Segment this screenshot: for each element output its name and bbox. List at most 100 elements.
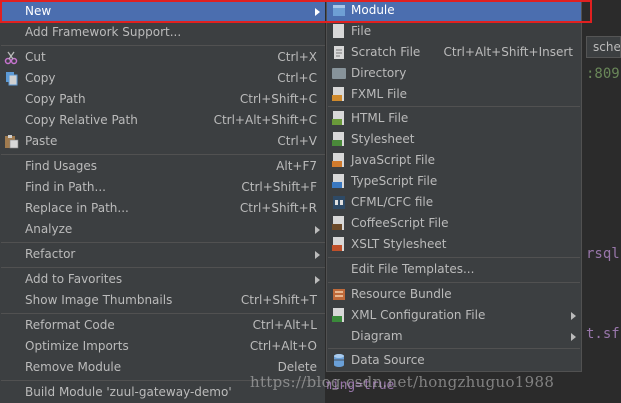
menu-item-shortcut: Ctrl+Shift+F bbox=[241, 180, 317, 194]
file-icon bbox=[332, 24, 346, 39]
scissors-icon bbox=[4, 50, 19, 65]
menu-item-label: Copy Path bbox=[25, 92, 86, 106]
paste-icon bbox=[4, 134, 19, 149]
menu-item-analyze[interactable]: Analyze bbox=[0, 219, 325, 240]
typescript-file-icon bbox=[332, 174, 346, 189]
cfml-file-icon bbox=[332, 195, 346, 210]
menu-item-label: Copy Relative Path bbox=[25, 113, 138, 127]
submenu-arrow-icon bbox=[571, 333, 576, 341]
submenu-arrow-icon bbox=[571, 312, 576, 320]
submenu-item-xml-configuration-file[interactable]: XML Configuration File bbox=[327, 305, 581, 326]
menu-item-shortcut: Ctrl+Shift+R bbox=[239, 201, 317, 215]
watermark: https://blog.csdn.net/hongzhuguo1988 bbox=[250, 373, 555, 391]
menu-item-label: Find Usages bbox=[25, 159, 98, 173]
submenu-item-fxml-file[interactable]: FXML File bbox=[327, 84, 581, 105]
submenu-item-label: CoffeeScript File bbox=[351, 216, 449, 230]
code-fragment: rsql: bbox=[586, 246, 621, 262]
menu-item-cut[interactable]: Cut Ctrl+X bbox=[0, 47, 325, 68]
submenu-item-label: Diagram bbox=[351, 329, 403, 343]
editor-tab-label: sche bbox=[593, 40, 621, 54]
submenu-item-label: Data Source bbox=[351, 353, 425, 367]
menu-item-label: Reformat Code bbox=[25, 318, 115, 332]
database-icon bbox=[332, 353, 346, 368]
menu-item-show-image-thumbnails[interactable]: Show Image Thumbnails Ctrl+Shift+T bbox=[0, 290, 325, 311]
coffeescript-file-icon bbox=[332, 216, 346, 231]
html-file-icon bbox=[332, 111, 346, 126]
menu-separator bbox=[1, 313, 325, 314]
submenu-item-label: File bbox=[351, 24, 372, 38]
submenu-item-module[interactable]: Module bbox=[327, 0, 581, 21]
submenu-item-stylesheet[interactable]: Stylesheet bbox=[327, 129, 581, 150]
menu-item-copy[interactable]: Copy Ctrl+C bbox=[0, 68, 325, 89]
menu-item-label: Refactor bbox=[25, 247, 76, 261]
menu-item-shortcut: Ctrl+V bbox=[277, 134, 317, 148]
submenu-item-label: Stylesheet bbox=[351, 132, 415, 146]
new-submenu: Module File Scratch File Ctrl+Alt+Shift+… bbox=[326, 0, 582, 372]
submenu-item-directory[interactable]: Directory bbox=[327, 63, 581, 84]
xslt-file-icon bbox=[332, 237, 346, 252]
submenu-item-javascript-file[interactable]: JavaScript File bbox=[327, 150, 581, 171]
submenu-item-label: CFML/CFC file bbox=[351, 195, 434, 209]
menu-item-label: Cut bbox=[25, 50, 46, 64]
menu-item-label: New bbox=[25, 4, 52, 18]
submenu-item-resource-bundle[interactable]: Resource Bundle bbox=[327, 284, 581, 305]
menu-item-shortcut: Ctrl+Alt+Shift+C bbox=[213, 113, 317, 127]
menu-item-replace-in-path[interactable]: Replace in Path... Ctrl+Shift+R bbox=[0, 198, 325, 219]
submenu-item-label: HTML File bbox=[351, 111, 409, 125]
submenu-item-typescript-file[interactable]: TypeScript File bbox=[327, 171, 581, 192]
submenu-item-label: TypeScript File bbox=[351, 174, 438, 188]
menu-item-refactor[interactable]: Refactor bbox=[0, 244, 325, 265]
menu-item-label: Paste bbox=[25, 134, 58, 148]
submenu-item-edit-file-templates[interactable]: Edit File Templates... bbox=[327, 259, 581, 280]
submenu-item-label: FXML File bbox=[351, 87, 408, 101]
menu-separator bbox=[1, 267, 325, 268]
menu-item-copy-path[interactable]: Copy Path Ctrl+Shift+C bbox=[0, 89, 325, 110]
submenu-item-coffeescript-file[interactable]: CoffeeScript File bbox=[327, 213, 581, 234]
menu-separator bbox=[328, 348, 580, 349]
module-icon bbox=[332, 3, 346, 18]
folder-icon bbox=[332, 66, 346, 81]
submenu-item-label: JavaScript File bbox=[351, 153, 436, 167]
menu-item-label: Build Module 'zuul-gateway-demo' bbox=[25, 385, 232, 399]
editor-tab[interactable]: sche bbox=[586, 36, 621, 58]
menu-item-find-in-path[interactable]: Find in Path... Ctrl+Shift+F bbox=[0, 177, 325, 198]
submenu-item-label: XML Configuration File bbox=[351, 308, 486, 322]
menu-item-reformat-code[interactable]: Reformat Code Ctrl+Alt+L bbox=[0, 315, 325, 336]
submenu-item-label: XSLT Stylesheet bbox=[351, 237, 447, 251]
submenu-item-label: Edit File Templates... bbox=[351, 262, 475, 276]
menu-item-copy-relative-path[interactable]: Copy Relative Path Ctrl+Alt+Shift+C bbox=[0, 110, 325, 131]
menu-item-label: Show Image Thumbnails bbox=[25, 293, 173, 307]
menu-separator bbox=[1, 45, 325, 46]
xml-file-icon bbox=[332, 308, 346, 323]
menu-separator bbox=[1, 242, 325, 243]
submenu-item-shortcut: Ctrl+Alt+Shift+Insert bbox=[443, 45, 573, 59]
menu-item-new[interactable]: New bbox=[0, 1, 325, 22]
submenu-arrow-icon bbox=[315, 226, 320, 234]
menu-item-shortcut: Ctrl+Shift+C bbox=[239, 92, 317, 106]
menu-item-add-to-favorites[interactable]: Add to Favorites bbox=[0, 269, 325, 290]
menu-item-label: Find in Path... bbox=[25, 180, 106, 194]
fxml-file-icon bbox=[332, 87, 346, 102]
submenu-item-scratch-file[interactable]: Scratch File Ctrl+Alt+Shift+Insert bbox=[327, 42, 581, 63]
submenu-arrow-icon bbox=[315, 251, 320, 259]
submenu-item-xslt-stylesheet[interactable]: XSLT Stylesheet bbox=[327, 234, 581, 255]
code-fragment: t.sf bbox=[586, 326, 620, 342]
menu-item-shortcut: Ctrl+C bbox=[277, 71, 317, 85]
menu-separator bbox=[328, 282, 580, 283]
menu-item-add-framework-support[interactable]: Add Framework Support... bbox=[0, 22, 325, 43]
submenu-item-label: Resource Bundle bbox=[351, 287, 452, 301]
submenu-arrow-icon bbox=[315, 8, 320, 16]
submenu-item-data-source[interactable]: Data Source bbox=[327, 350, 581, 371]
submenu-item-cfml-cfc-file[interactable]: CFML/CFC file bbox=[327, 192, 581, 213]
menu-separator bbox=[1, 154, 325, 155]
menu-item-shortcut: Ctrl+X bbox=[277, 50, 317, 64]
scratch-file-icon bbox=[332, 45, 346, 60]
menu-item-paste[interactable]: Paste Ctrl+V bbox=[0, 131, 325, 152]
menu-item-find-usages[interactable]: Find Usages Alt+F7 bbox=[0, 156, 325, 177]
menu-item-optimize-imports[interactable]: Optimize Imports Ctrl+Alt+O bbox=[0, 336, 325, 357]
submenu-item-file[interactable]: File bbox=[327, 21, 581, 42]
submenu-item-diagram[interactable]: Diagram bbox=[327, 326, 581, 347]
submenu-item-label: Directory bbox=[351, 66, 407, 80]
submenu-arrow-icon bbox=[315, 276, 320, 284]
submenu-item-html-file[interactable]: HTML File bbox=[327, 108, 581, 129]
